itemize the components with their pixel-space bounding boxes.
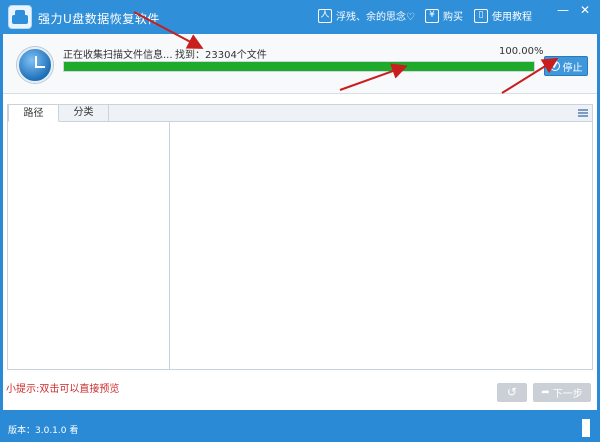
directory-tree-pane[interactable] — [7, 122, 170, 370]
back-icon: ↺ — [506, 385, 518, 399]
progress-fill — [64, 62, 534, 71]
tutorial-link[interactable]: ▯ 使用教程 — [474, 8, 532, 23]
scan-status-row: 正在收集扫描文件信息... 找到：23304个文件 100.00% 停止 — [3, 34, 597, 94]
stop-button[interactable]: 停止 — [544, 56, 588, 76]
scan-status-text: 正在收集扫描文件信息... — [63, 50, 173, 61]
yen-icon: ¥ — [425, 8, 439, 23]
scan-progress-bar — [63, 61, 535, 72]
next-step-label: 下一步 — [552, 389, 583, 400]
title-bar: 强力U盘数据恢复软件 人 浮残、余的思念♡ ¥ 购买 ▯ 使用教程 — ✕ — [0, 0, 600, 34]
stop-button-label: 停止 — [562, 62, 583, 74]
found-count-text: 找到：23304个文件 — [175, 50, 267, 61]
user-icon: 人 — [318, 8, 332, 23]
buy-link[interactable]: ¥ 购买 — [425, 8, 463, 23]
file-list-pane[interactable] — [169, 122, 593, 370]
scan-clock-icon — [17, 47, 53, 83]
window-title: 强力U盘数据恢复软件 — [38, 12, 160, 26]
tutorial-link-label: 使用教程 — [492, 12, 532, 23]
app-logo-icon — [8, 5, 32, 29]
tab-path[interactable]: 路径 — [8, 104, 59, 122]
user-link[interactable]: 人 浮残、余的思念♡ — [318, 8, 415, 23]
main-panel: 正在收集扫描文件信息... 找到：23304个文件 100.00% 停止 路径 … — [3, 34, 597, 410]
version-text: 版本：3.0.1.0 看 — [8, 426, 79, 436]
progress-percent: 100.00% — [499, 46, 544, 57]
close-button[interactable]: ✕ — [576, 2, 594, 18]
back-button[interactable]: ↺ — [497, 383, 527, 402]
stop-icon — [549, 61, 560, 71]
buy-link-label: 购买 — [443, 12, 463, 23]
next-arrow-icon: ➦ — [541, 387, 550, 398]
footer-indicator — [582, 419, 590, 437]
view-tabs: 路径 分类 — [7, 104, 593, 122]
menu-icon[interactable] — [578, 109, 588, 117]
minimize-button[interactable]: — — [554, 2, 572, 18]
user-link-label: 浮残、余的思念♡ — [336, 12, 415, 23]
status-bar: 版本：3.0.1.0 看 — [0, 410, 600, 442]
tab-category[interactable]: 分类 — [59, 104, 109, 122]
book-icon: ▯ — [474, 8, 488, 23]
preview-hint: 小提示:双击可以直接预览 — [6, 384, 120, 395]
next-step-button[interactable]: ➦ 下一步 — [533, 383, 591, 402]
